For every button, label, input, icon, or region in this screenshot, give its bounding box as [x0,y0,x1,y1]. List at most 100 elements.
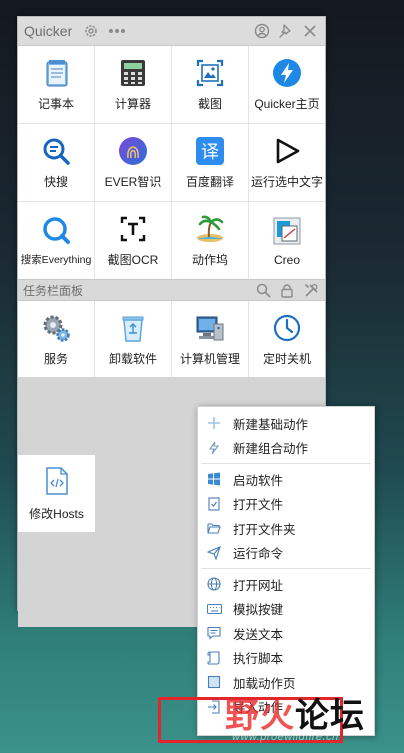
forum-watermark: 野火论坛 [225,688,365,737]
menu-item-open-folder[interactable]: 打开文件夹 [198,516,374,541]
menu-item-launch-app[interactable]: 启动软件 [198,467,374,492]
menu-item-new-basic-action[interactable]: 新建基础动作 [198,411,374,436]
services-gear-icon [40,312,72,344]
send-icon [206,545,222,561]
action-label: 定时关机 [262,351,311,366]
action-run-selected-text[interactable]: 运行选中文字 [249,124,325,201]
action-creo[interactable]: Creo [249,202,325,279]
action-scheduled-shutdown[interactable]: 定时关机 [249,301,325,377]
action-label: 记事本 [37,97,74,111]
quick-search-icon [40,135,72,167]
action-label: 动作坞 [191,253,228,267]
ever-fingerprint-icon [117,135,149,167]
svg-text:译: 译 [201,142,219,163]
clock-icon [271,312,303,344]
action-label: EVER智识 [104,175,162,189]
action-label: 快搜 [43,175,68,189]
menu-item-label: 启动软件 [233,473,284,488]
menu-item-simulate-keys[interactable]: 模拟按键 [198,597,374,622]
user-icon[interactable] [253,22,271,40]
action-label: 截图 [197,97,222,111]
main-action-grid: 记事本 计算器 截图 Quicker主页 快搜 EVER智识 译 百度翻译 运行… [18,46,325,279]
computer-management-icon [194,312,226,344]
menu-separator [201,463,371,464]
menu-separator [201,568,371,569]
notepad-icon [40,57,72,89]
menu-item-open-url[interactable]: 打开网址 [198,572,374,597]
file-check-icon [206,496,222,512]
action-label: Creo [273,252,300,267]
close-icon[interactable] [301,22,319,40]
action-edit-hosts[interactable]: 修改Hosts [18,455,95,532]
menu-item-label: 新建基础动作 [233,417,309,432]
action-quick-search[interactable]: 快搜 [18,124,94,201]
creo-icon [271,215,303,247]
folder-open-icon [206,520,222,536]
globe-icon [206,576,222,592]
action-label: 搜索Everything [20,254,92,266]
chat-text-icon [206,625,222,641]
action-search-everything[interactable]: 搜索Everything [18,202,94,279]
menu-item-label: 模拟按键 [233,603,284,618]
title-bar[interactable]: Quicker [18,17,325,46]
action-label: 运行选中文字 [250,175,323,189]
action-dock[interactable]: 动作坞 [172,202,248,279]
action-label: 卸载软件 [108,351,157,366]
beach-island-icon [194,213,226,245]
action-label: 修改Hosts [29,507,84,521]
gear-icon[interactable] [82,22,100,40]
windows-icon [206,471,222,487]
context-menu: 新建基础动作 新建组合动作 启动软件 打开文件 打开文件夹 运行命令 打开网址 … [197,406,375,736]
pin-icon[interactable] [277,22,295,40]
menu-item-label: 运行命令 [233,547,284,562]
more-dots-icon[interactable] [108,22,126,40]
action-label: 百度翻译 [185,175,234,189]
action-baidu-translate[interactable]: 译 百度翻译 [172,124,248,201]
menu-item-open-file[interactable]: 打开文件 [198,492,374,517]
action-label: 计算器 [114,97,151,111]
action-computer-management[interactable]: 计算机管理 [172,301,248,377]
lock-icon[interactable] [278,281,296,299]
everything-search-icon [40,214,72,246]
ocr-icon [117,213,149,245]
action-notepad[interactable]: 记事本 [18,46,94,123]
menu-item-label: 发送文本 [233,627,284,642]
action-label: 服务 [43,351,68,366]
menu-item-run-command[interactable]: 运行命令 [198,541,374,566]
watermark-text-a: 野火 [225,696,295,736]
action-uninstall[interactable]: 卸载软件 [95,301,171,377]
recycle-bin-icon [117,312,149,344]
action-label: Quicker主页 [254,97,320,111]
watermark-text-b: 论坛 [295,696,365,736]
script-icon [206,650,222,666]
action-label: 计算机管理 [179,351,240,366]
menu-item-run-script[interactable]: 执行脚本 [198,646,374,671]
menu-item-new-combo-action[interactable]: 新建组合动作 [198,436,374,461]
action-screenshot[interactable]: 截图 [172,46,248,123]
code-file-icon [41,465,73,497]
lightning-icon [206,440,222,456]
search-icon[interactable] [254,281,272,299]
menu-item-label: 执行脚本 [233,652,284,667]
action-label: 截图OCR [107,253,159,267]
taskbar-panel-header: 任务栏面板 [18,279,325,301]
watermark-url: www.proewildfire.cn [232,731,339,743]
menu-item-label: 打开文件 [233,498,284,513]
play-icon [271,135,303,167]
menu-item-send-text[interactable]: 发送文本 [198,621,374,646]
page-load-icon [206,674,222,690]
action-quicker-home[interactable]: Quicker主页 [249,46,325,123]
translate-icon: 译 [194,135,226,167]
menu-item-label: 新建组合动作 [233,442,309,457]
keyboard-icon [206,601,222,617]
calculator-icon [117,57,149,89]
quicker-home-icon [271,57,303,89]
action-services[interactable]: 服务 [18,301,94,377]
window-title: Quicker [24,23,73,39]
taskbar-action-grid: 服务 卸载软件 计算机管理 定时关机 [18,301,325,377]
action-calculator[interactable]: 计算器 [95,46,171,123]
action-screenshot-ocr[interactable]: 截图OCR [95,202,171,279]
tools-icon[interactable] [302,281,320,299]
menu-item-label: 打开文件夹 [233,522,296,537]
action-ever[interactable]: EVER智识 [95,124,171,201]
